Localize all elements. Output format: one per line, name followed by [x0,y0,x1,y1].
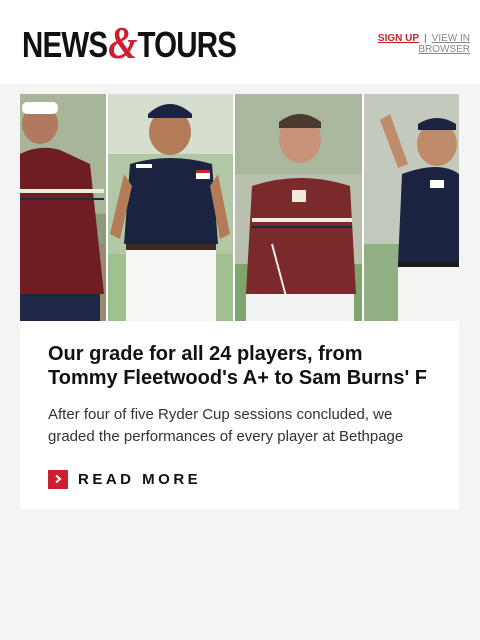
link-separator: | [424,33,427,44]
article-headline[interactable]: Our grade for all 24 players, from Tommy… [48,342,443,390]
article-summary: After four of five Ryder Cup sessions co… [48,406,404,445]
chevron-right-icon [48,469,68,489]
golfers-photo [20,94,459,321]
logo-text-news: NEWS [22,24,108,65]
email-header: NEWS & TOURS SIGN UP | VIEW IN BROWSER [0,0,480,84]
article-card: Our grade for all 24 players, from Tommy… [20,94,459,509]
header-links: SIGN UP | VIEW IN BROWSER [350,33,470,55]
logo-text-tours: TOURS [137,24,237,65]
logo-ampersand: & [108,17,137,68]
read-more-label: READ MORE [78,470,202,488]
article-hero-image[interactable] [20,94,459,321]
sign-up-link[interactable]: SIGN UP [378,33,419,44]
read-more-button[interactable]: READ MORE [48,469,201,489]
news-and-tours-logo[interactable]: NEWS & TOURS [22,17,237,68]
